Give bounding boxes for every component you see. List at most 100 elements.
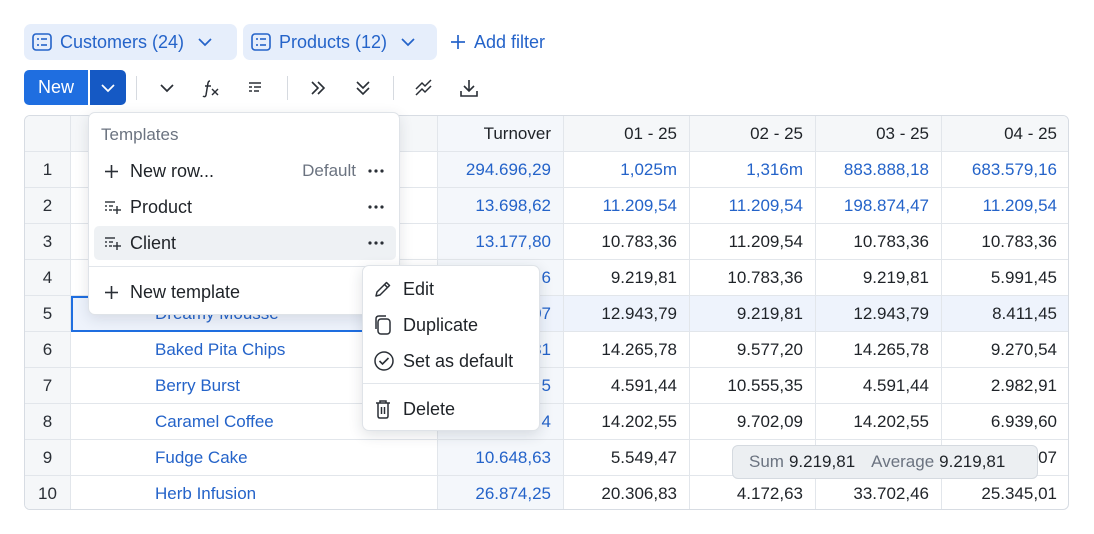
value-cell[interactable]: 14.265,78	[564, 332, 690, 368]
value-cell[interactable]: 883.888,18	[816, 152, 942, 188]
collapse-button[interactable]	[150, 70, 184, 105]
delete-label: Delete	[403, 398, 456, 419]
toolbar-divider	[287, 76, 288, 100]
delete-menu-item[interactable]: Delete	[373, 393, 455, 425]
value-cell[interactable]: 9.219,81	[816, 260, 942, 296]
more-icon[interactable]	[368, 169, 384, 173]
value-cell[interactable]: 198.874,47	[816, 188, 942, 224]
edit-label: Edit	[403, 278, 435, 299]
value-cell[interactable]: 4.591,44	[816, 368, 942, 404]
value-cell[interactable]: 5.549,47	[564, 440, 690, 476]
value-cell[interactable]: 10.783,36	[942, 224, 1068, 260]
column-header[interactable]: 02 - 25	[690, 116, 816, 152]
value-cell[interactable]: 10.783,36	[816, 224, 942, 260]
value-cell[interactable]: 9.219,81	[690, 296, 816, 332]
average-value: 9.219,81	[939, 452, 1006, 471]
value-cell[interactable]: 4.591,44	[564, 368, 690, 404]
selection-summary: Sum 9.219,81 Average 9.219,81	[732, 445, 1038, 479]
row-number: 1	[25, 152, 71, 188]
template-item-client[interactable]: Client	[94, 226, 396, 260]
filter-chip-label: Customers (24)	[60, 31, 185, 52]
toolbar-divider	[136, 76, 137, 100]
more-icon[interactable]	[368, 205, 384, 209]
value-cell[interactable]: 1,316m	[690, 152, 816, 188]
template-item-label: New row...	[130, 160, 215, 181]
list-card-icon	[32, 33, 52, 51]
template-item-label: Product	[130, 196, 193, 217]
value-cell[interactable]: 683.579,16	[942, 152, 1068, 188]
value-cell[interactable]: 20.306,83	[564, 476, 690, 509]
row-number: 8	[25, 404, 71, 440]
value-cell[interactable]: 8.411,45	[942, 296, 1068, 332]
more-icon[interactable]	[368, 241, 384, 245]
sum-value: 9.219,81	[788, 452, 856, 471]
value-cell[interactable]: 4.172,63	[690, 476, 816, 509]
duplicate-menu-item[interactable]: Duplicate	[373, 309, 478, 341]
value-cell[interactable]: 12.943,79	[816, 296, 942, 332]
value-cell[interactable]: 11.209,54	[690, 188, 816, 224]
product-name-cell[interactable]: Fudge Cake	[71, 440, 438, 476]
product-name-cell[interactable]: Herb Infusion	[71, 476, 438, 509]
value-cell[interactable]: 33.702,46	[816, 476, 942, 509]
value-cell[interactable]: 9.270,54	[942, 332, 1068, 368]
value-cell[interactable]: 13.177,80	[438, 224, 564, 260]
value-cell[interactable]: 10.783,36	[690, 260, 816, 296]
value-cell[interactable]: 26.874,25	[438, 476, 564, 509]
value-cell[interactable]: 11.209,54	[564, 188, 690, 224]
duplicate-icon	[373, 314, 403, 336]
value-cell[interactable]: 25.345,01	[942, 476, 1068, 509]
new-template-button[interactable]: New template	[94, 275, 396, 309]
value-cell[interactable]: 2.982,91	[942, 368, 1068, 404]
chevron-down-icon[interactable]	[198, 37, 212, 47]
value-cell[interactable]: 14.202,55	[564, 404, 690, 440]
indent-list-icon	[247, 80, 265, 96]
list-card-icon	[251, 33, 271, 51]
column-header[interactable]: 03 - 25	[816, 116, 942, 152]
plus-icon	[104, 285, 128, 300]
trend-button[interactable]	[407, 70, 441, 105]
plus-icon	[450, 34, 466, 50]
row-number: 6	[25, 332, 71, 368]
new-button[interactable]: New	[24, 70, 88, 105]
value-cell[interactable]: 11.209,54	[942, 188, 1068, 224]
value-cell[interactable]: 5.991,45	[942, 260, 1068, 296]
value-cell[interactable]: 10.648,63	[438, 440, 564, 476]
value-cell[interactable]: 9.219,81	[564, 260, 690, 296]
value-cell[interactable]: 13.698,62	[438, 188, 564, 224]
value-cell[interactable]: 10.783,36	[564, 224, 690, 260]
value-cell[interactable]: 14.202,55	[816, 404, 942, 440]
formula-button[interactable]	[194, 70, 228, 105]
function-icon	[201, 78, 221, 98]
filter-chip-products[interactable]: Products (12)	[243, 24, 437, 60]
column-header[interactable]: 04 - 25	[942, 116, 1068, 152]
set-default-menu-item[interactable]: Set as default	[373, 345, 513, 377]
value-cell[interactable]: 12.943,79	[564, 296, 690, 332]
value-cell[interactable]: 11.209,54	[690, 224, 816, 260]
chevron-down-icon[interactable]	[401, 37, 415, 47]
value-cell[interactable]: 14.265,78	[816, 332, 942, 368]
row-number: 4	[25, 260, 71, 296]
value-cell[interactable]: 9.577,20	[690, 332, 816, 368]
template-item-product[interactable]: Product	[94, 190, 396, 224]
column-header[interactable]: Turnover	[438, 116, 564, 152]
new-dropdown-button[interactable]	[90, 70, 126, 105]
value-cell[interactable]: 9.702,09	[690, 404, 816, 440]
new-template-label: New template	[130, 281, 241, 302]
header-corner	[25, 116, 71, 152]
expand-down-button[interactable]	[346, 70, 380, 105]
row-number: 3	[25, 224, 71, 260]
row-number: 9	[25, 440, 71, 476]
edit-menu-item[interactable]: Edit	[373, 273, 434, 305]
filter-chip-customers[interactable]: Customers (24)	[24, 24, 237, 60]
column-header[interactable]: 01 - 25	[564, 116, 690, 152]
value-cell[interactable]: 10.555,35	[690, 368, 816, 404]
template-item-new-row[interactable]: New row... Default	[94, 154, 396, 188]
indent-button[interactable]	[239, 70, 273, 105]
value-cell[interactable]: 294.696,29	[438, 152, 564, 188]
value-cell[interactable]: 1,025m	[564, 152, 690, 188]
value-cell[interactable]: 6.939,60	[942, 404, 1068, 440]
add-filter-button[interactable]: Add filter	[450, 24, 545, 60]
pencil-icon	[373, 279, 403, 299]
expand-right-button[interactable]	[301, 70, 335, 105]
download-button[interactable]	[452, 70, 486, 105]
